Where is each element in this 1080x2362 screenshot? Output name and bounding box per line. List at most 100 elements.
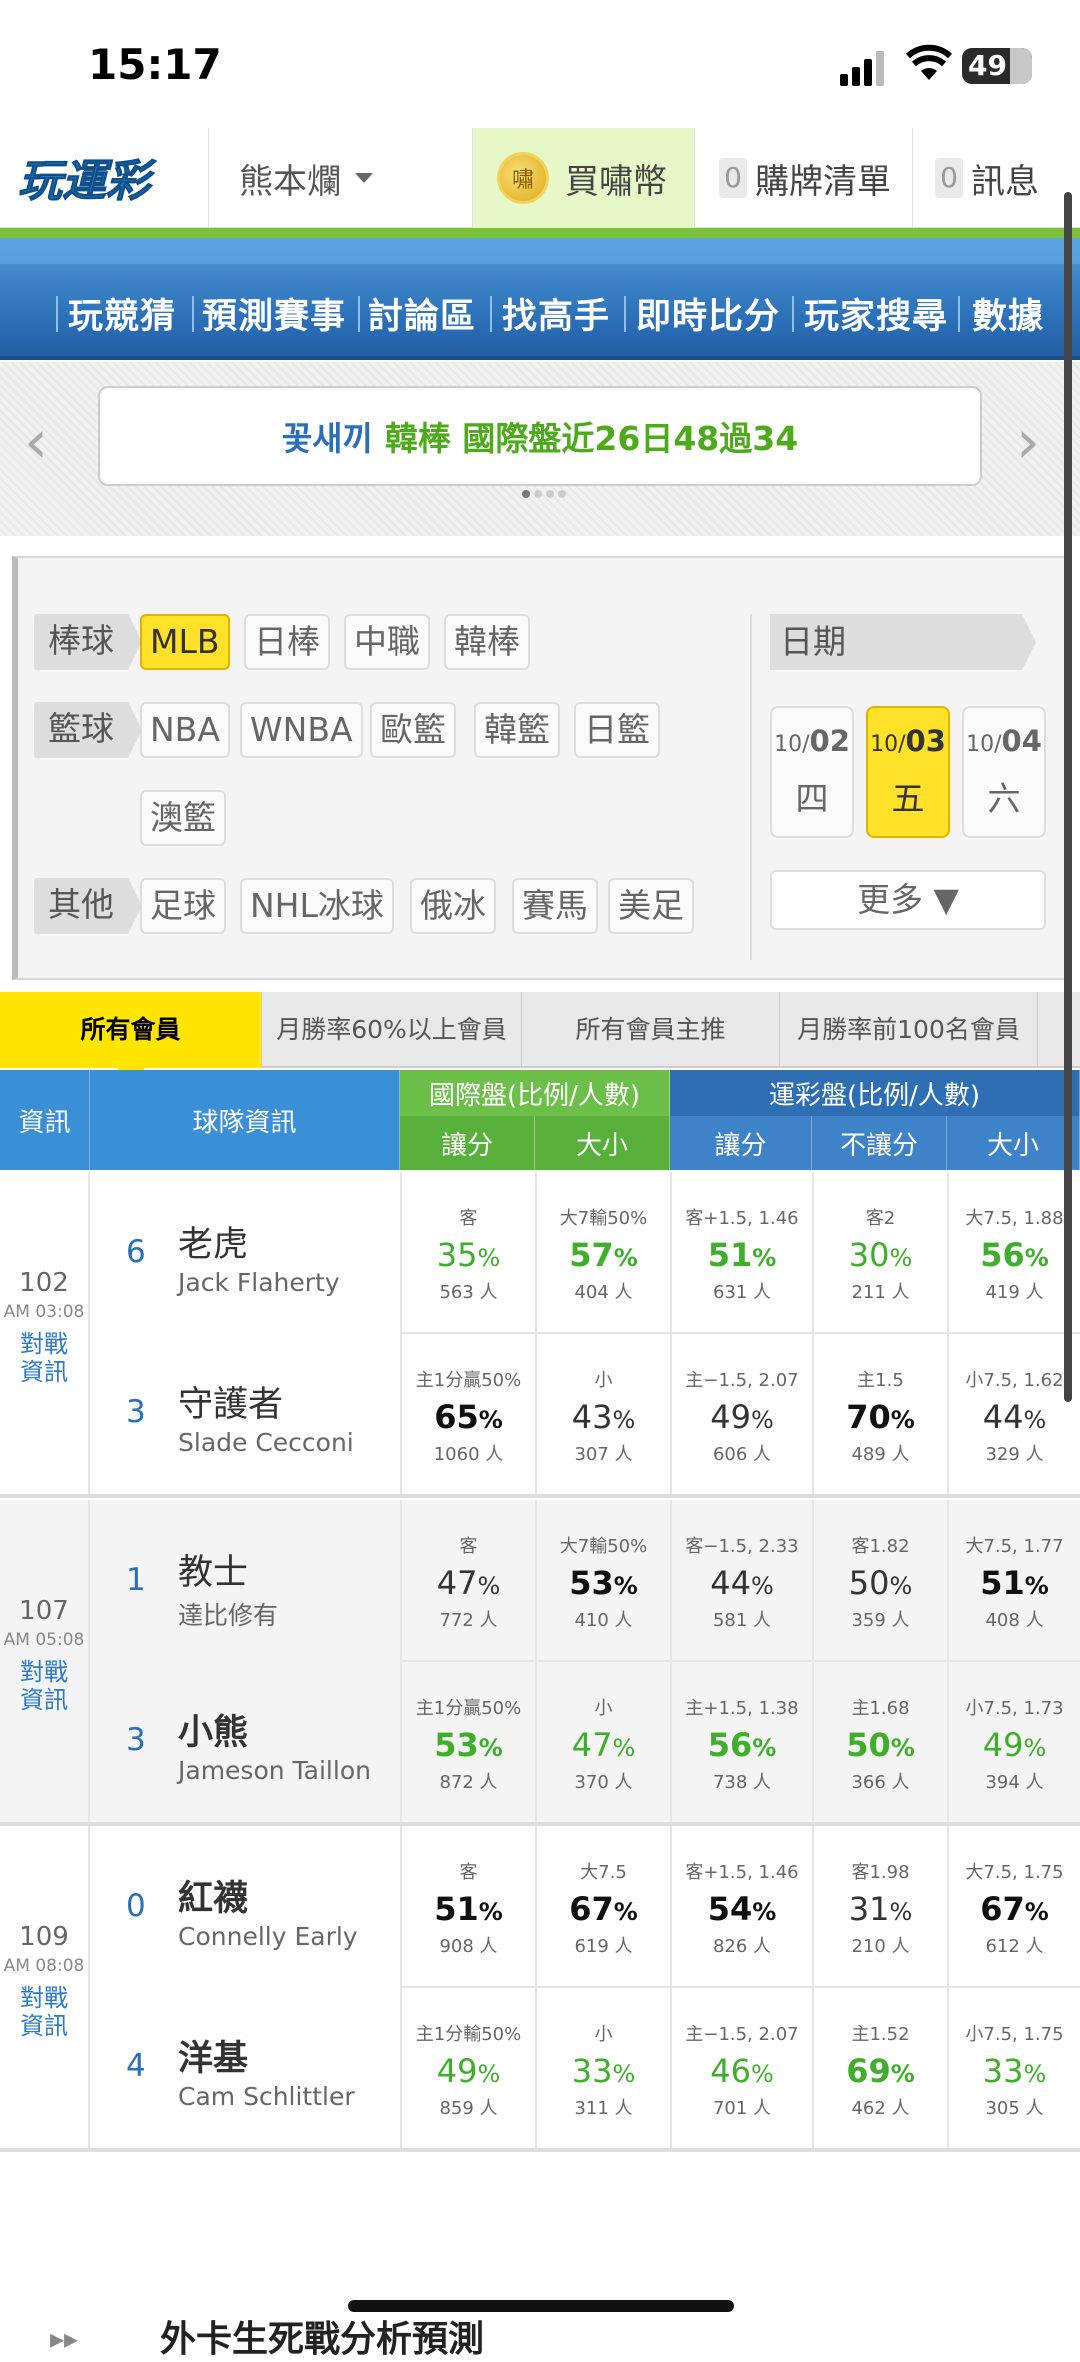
nav-item-forum[interactable]: 討論區 [368,288,476,339]
nav-item-stats[interactable]: 數據 [972,288,1044,339]
banner-card[interactable]: 꽃새끼 韓棒 國際盤近26日48過34 [98,386,982,486]
chip-cpbl[interactable]: 中職 [344,614,430,670]
odds-cell[interactable]: 小7.5, 1.73 49% 394 人 [947,1662,1080,1822]
matchup-info-link[interactable]: 對戰 資訊 [0,1984,88,2040]
chip-bleague[interactable]: 日籃 [574,702,660,758]
date-1002[interactable]: 10/02 四 [770,706,854,838]
team-name[interactable]: 小熊 [178,1704,248,1755]
chip-nba[interactable]: NBA [140,702,230,758]
nav-item-experts[interactable]: 找高手 [502,288,610,339]
status-time: 15:17 [88,40,222,89]
odds-cell[interactable]: 大7.5, 1.77 51% 408 人 [947,1500,1080,1660]
chip-nfl[interactable]: 美足 [608,878,694,934]
odds-cell[interactable]: 小 33% 311 人 [535,1988,670,2148]
chip-nhl[interactable]: NHL冰球 [240,878,394,934]
chip-wnba[interactable]: WNBA [240,702,363,758]
odds-line: 客 [459,1536,478,1557]
odds-cell[interactable]: 小 43% 307 人 [535,1334,670,1494]
odds-cell[interactable]: 主1.52 69% 462 人 [812,1988,947,2148]
battery-level: 49 [968,49,1007,82]
home-indicator [348,2300,734,2312]
odds-cell[interactable]: 大7.5 67% 619 人 [535,1826,670,1986]
article-title[interactable]: 外卡生死戰分析預測 [160,2310,484,2362]
odds-cell[interactable]: 客2 30% 211 人 [812,1172,947,1332]
battery-icon: 49 [962,48,1032,84]
chip-kbl[interactable]: 韓籃 [474,702,560,758]
date-1004[interactable]: 10/04 六 [962,706,1046,838]
chip-khl[interactable]: 俄冰 [410,878,496,934]
odds-cell[interactable]: 主1分贏50% 65% 1060 人 [400,1334,535,1494]
team-score: 6 [126,1234,146,1270]
odds-cell[interactable]: 大7輸50% 57% 404 人 [535,1172,670,1332]
odds-cell[interactable]: 大7輸50% 53% 410 人 [535,1500,670,1660]
odds-line: 大7.5, 1.88 [965,1208,1064,1229]
tab-all-picks[interactable]: 所有會員主推 [522,992,780,1068]
odds-cell[interactable]: 主+1.5, 1.38 56% 738 人 [670,1662,812,1822]
nav-item-guess[interactable]: 玩競猜 [68,288,176,339]
odds-cell[interactable]: 大7.5, 1.75 67% 612 人 [947,1826,1080,1986]
chip-npb[interactable]: 日棒 [244,614,330,670]
odds-cell[interactable]: 小 47% 370 人 [535,1662,670,1822]
tab-top-100[interactable]: 月勝率前100名會員 [780,992,1038,1068]
odds-cell[interactable]: 客+1.5, 1.46 54% 826 人 [670,1826,812,1986]
team-name[interactable]: 教士 [178,1544,248,1595]
team-away: 0 紅襪 Connelly Early [92,1826,400,1986]
team-name[interactable]: 紅襪 [178,1870,248,1921]
chip-mlb[interactable]: MLB [140,614,230,670]
user-menu[interactable]: 熊本爛 [208,128,472,228]
odds-cell[interactable]: 小7.5, 1.62 44% 329 人 [947,1334,1080,1494]
tab-winrate-60[interactable]: 月勝率60%以上會員 [262,992,522,1068]
buy-coin-button[interactable]: 嘯買嘯幣 [472,128,694,228]
matchup-info-link[interactable]: 對戰 資訊 [0,1330,88,1386]
chip-nbl[interactable]: 澳籃 [140,790,226,846]
team-name[interactable]: 守護者 [178,1376,283,1427]
odds-cell[interactable]: 客−1.5, 2.33 44% 581 人 [670,1500,812,1660]
pick-percentage: 67% [980,1890,1049,1928]
odds-cell[interactable]: 客 35% 563 人 [400,1172,535,1332]
odds-line: 主1.68 [851,1698,910,1719]
team-name[interactable]: 老虎 [178,1216,248,1267]
odds-cell[interactable]: 主−1.5, 2.07 49% 606 人 [670,1334,812,1494]
odds-line: 客1.98 [851,1862,910,1883]
nav-item-livescore[interactable]: 即時比分 [636,288,780,339]
chevron-right-icon[interactable]: › [1016,412,1056,472]
pick-percentage: 47% [436,1564,501,1602]
odds-cell[interactable]: 大7.5, 1.88 56% 419 人 [947,1172,1080,1332]
header-sport-lottery: 運彩盤(比例/人數) [670,1070,1080,1116]
odds-line: 大7輸50% [559,1536,648,1557]
nav-item-predict[interactable]: 預測賽事 [202,288,346,339]
nav-item-search-player[interactable]: 玩家搜尋 [804,288,948,339]
odds-cell[interactable]: 主1.68 50% 366 人 [812,1662,947,1822]
chip-soccer[interactable]: 足球 [140,878,226,934]
pick-percentage: 51% [434,1890,503,1928]
more-dates-button[interactable]: 更多 ▼ [770,870,1046,930]
odds-cell[interactable]: 客1.82 50% 359 人 [812,1500,947,1660]
pick-percentage: 56% [707,1726,777,1764]
starting-pitcher: 達比修有 [178,1601,279,1630]
odds-cell[interactable]: 主1分贏50% 53% 872 人 [400,1662,535,1822]
odds-cell[interactable]: 主−1.5, 2.07 46% 701 人 [670,1988,812,2148]
odds-cell[interactable]: 客1.98 31% 210 人 [812,1826,947,1986]
cart-button[interactable]: 0 購牌清單 [694,128,912,228]
tab-all-members[interactable]: 所有會員 [0,992,262,1086]
odds-cell[interactable]: 主1分輸50% 49% 859 人 [400,1988,535,2148]
site-logo[interactable]: 玩運彩 [14,142,184,214]
starting-pitcher: Connelly Early [178,1922,358,1951]
scrollbar[interactable] [1064,192,1072,1402]
pick-percentage: 30% [848,1236,913,1274]
chevron-left-icon[interactable]: ‹ [24,412,64,472]
odds-cell[interactable]: 客 47% 772 人 [400,1500,535,1660]
odds-line: 主1.52 [851,2024,910,2045]
messages-button[interactable]: 0 訊息 [912,128,1080,228]
odds-cell[interactable]: 小7.5, 1.75 33% 305 人 [947,1988,1080,2148]
chip-horse-racing[interactable]: 賽馬 [512,878,598,934]
chip-euro-basketball[interactable]: 歐籃 [370,702,456,758]
team-name[interactable]: 洋基 [178,2030,248,2081]
league-filter: 棒球 MLB 日棒 中職 韓棒 籃球 NBA WNBA 歐籃 韓籃 日籃 澳籃 … [12,556,1068,980]
odds-cell[interactable]: 客 51% 908 人 [400,1826,535,1986]
matchup-info-link[interactable]: 對戰 資訊 [0,1658,88,1714]
date-1003[interactable]: 10/03 五 [866,706,950,838]
odds-cell[interactable]: 客+1.5, 1.46 51% 631 人 [670,1172,812,1332]
odds-cell[interactable]: 主1.5 70% 489 人 [812,1334,947,1494]
chip-kbo[interactable]: 韓棒 [444,614,530,670]
